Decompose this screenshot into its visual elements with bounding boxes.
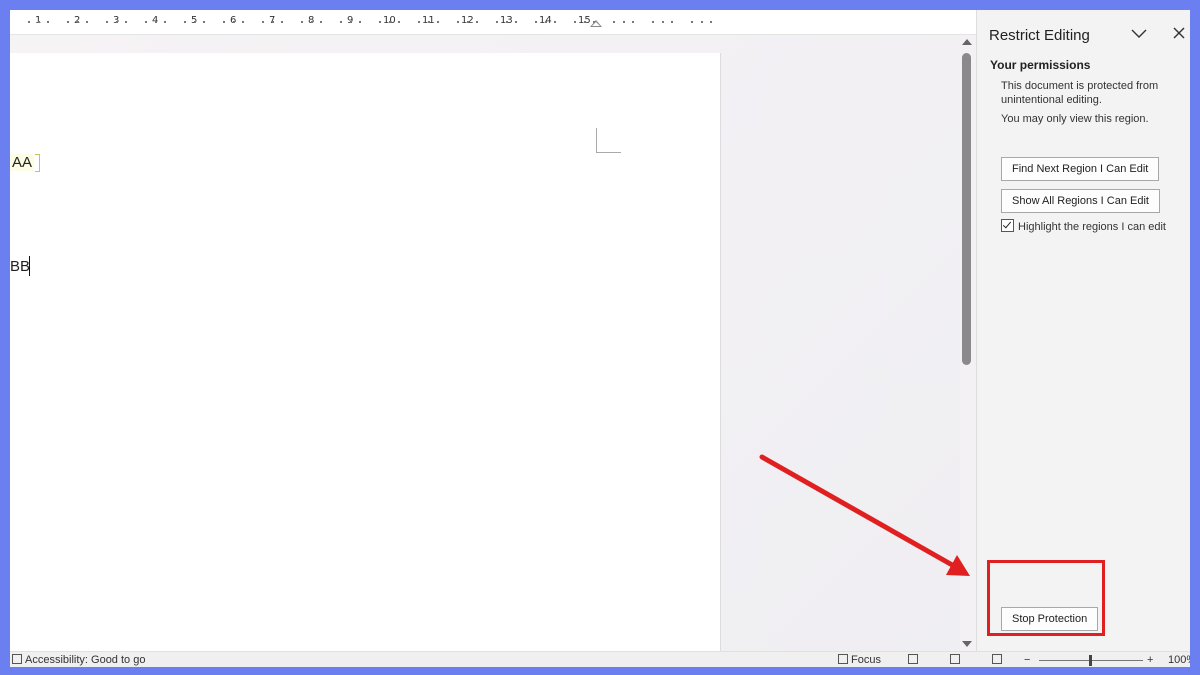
view-only-note: You may only view this region. xyxy=(1001,113,1149,125)
horizontal-ruler[interactable]: 1 2 3 4 5 6 7 8 9 10 11 12 13 14 15 xyxy=(10,10,976,35)
ruler-tick xyxy=(125,21,128,23)
ruler-tick xyxy=(573,21,576,23)
show-all-regions-button[interactable]: Show All Regions I Can Edit xyxy=(1001,189,1160,213)
ruler-tick xyxy=(232,21,235,23)
focus-icon xyxy=(838,654,848,664)
ruler-tick xyxy=(622,21,625,23)
zoom-in-button[interactable]: + xyxy=(1147,654,1153,666)
page-corner-mark xyxy=(596,128,621,153)
accessibility-label: Accessibility: Good to go xyxy=(25,654,146,666)
ruler-tick xyxy=(27,21,30,23)
document-workspace: AA BB xyxy=(10,35,960,663)
region-bracket xyxy=(35,154,40,172)
ruler-tick xyxy=(115,21,118,23)
protection-description: This document is protected from unintent… xyxy=(1001,80,1159,106)
ruler-tick xyxy=(466,21,469,23)
pane-title: Restrict Editing xyxy=(989,27,1090,44)
document-text[interactable]: BB xyxy=(10,258,30,275)
ruler-tick xyxy=(534,21,537,23)
focus-label: Focus xyxy=(851,654,881,666)
accessibility-status[interactable]: Accessibility: Good to go xyxy=(12,654,145,666)
page-icon xyxy=(950,654,960,664)
ruler-tick xyxy=(437,21,440,23)
ruler-tick xyxy=(271,21,274,23)
ruler-tick xyxy=(417,21,420,23)
print-layout-button[interactable] xyxy=(950,654,963,666)
ruler-tick xyxy=(456,21,459,23)
ruler-tick xyxy=(690,21,693,23)
right-indent-marker[interactable] xyxy=(590,20,602,27)
scroll-down-icon[interactable] xyxy=(962,641,972,647)
ruler-tick xyxy=(427,21,430,23)
editable-region-text[interactable]: AA xyxy=(10,154,35,171)
zoom-level[interactable]: 100% xyxy=(1168,654,1190,666)
chevron-down-icon[interactable] xyxy=(1131,26,1147,42)
ruler-tick xyxy=(261,21,264,23)
word-window: 1 2 3 4 5 6 7 8 9 10 11 12 13 14 15 AA B… xyxy=(10,10,1190,667)
ruler-tick xyxy=(86,21,89,23)
ruler-tick xyxy=(651,21,654,23)
ruler-tick xyxy=(495,21,498,23)
scroll-thumb[interactable] xyxy=(962,53,971,365)
ruler-tick xyxy=(154,21,157,23)
ruler-tick xyxy=(349,21,352,23)
zoom-out-button[interactable]: − xyxy=(1024,654,1030,666)
close-icon[interactable] xyxy=(1173,24,1185,44)
ruler-tick xyxy=(164,21,167,23)
highlight-regions-row[interactable]: Highlight the regions I can edit xyxy=(1001,219,1166,233)
ruler-tick xyxy=(544,21,547,23)
scroll-up-icon[interactable] xyxy=(962,39,972,45)
ruler-tick xyxy=(700,21,703,23)
ruler-tick xyxy=(105,21,108,23)
document-page[interactable]: AA BB xyxy=(10,53,721,663)
ruler-tick xyxy=(76,21,79,23)
ruler-tick xyxy=(476,21,479,23)
ruler-tick xyxy=(554,21,557,23)
annotation-highlight-box xyxy=(987,560,1105,636)
ruler-tick xyxy=(144,21,147,23)
ruler-tick xyxy=(203,21,206,23)
web-layout-icon xyxy=(992,654,1002,664)
ruler-tick xyxy=(612,21,615,23)
zoom-slider-thumb[interactable] xyxy=(1089,655,1092,666)
read-mode-button[interactable] xyxy=(908,654,921,666)
status-bar: Accessibility: Good to go Focus − + 100% xyxy=(10,651,1190,667)
ruler-tick xyxy=(193,21,196,23)
permissions-heading: Your permissions xyxy=(990,58,1091,72)
highlight-regions-label: Highlight the regions I can edit xyxy=(1018,221,1166,233)
vertical-scrollbar[interactable] xyxy=(960,35,974,651)
ruler-tick xyxy=(310,21,313,23)
ruler-tick xyxy=(505,21,508,23)
book-icon xyxy=(908,654,918,664)
ruler-tick xyxy=(661,21,664,23)
ruler-tick xyxy=(222,21,225,23)
ruler-tick xyxy=(300,21,303,23)
ruler-tick xyxy=(378,21,381,23)
ruler-tick xyxy=(398,21,401,23)
ruler-tick xyxy=(242,21,245,23)
accessibility-icon xyxy=(12,654,22,664)
restrict-editing-pane: Restrict Editing Your permissions This d… xyxy=(976,10,1190,651)
ruler-tick xyxy=(671,21,674,23)
ruler-tick xyxy=(388,21,391,23)
find-next-region-button[interactable]: Find Next Region I Can Edit xyxy=(1001,157,1160,181)
ruler-tick xyxy=(37,21,40,23)
text-cursor xyxy=(29,256,30,276)
ruler-tick xyxy=(359,21,362,23)
ruler-tick xyxy=(632,21,635,23)
focus-button[interactable]: Focus xyxy=(838,654,881,666)
ruler-tick xyxy=(339,21,342,23)
ruler-tick xyxy=(281,21,284,23)
ruler-tick xyxy=(515,21,518,23)
ruler-tick xyxy=(320,21,323,23)
ruler-tick xyxy=(710,21,713,23)
ruler-tick xyxy=(183,21,186,23)
ruler-tick xyxy=(583,21,586,23)
highlight-regions-checkbox[interactable] xyxy=(1001,219,1014,232)
ruler-tick xyxy=(66,21,69,23)
ruler-tick xyxy=(47,21,50,23)
web-layout-button[interactable] xyxy=(992,654,1005,666)
